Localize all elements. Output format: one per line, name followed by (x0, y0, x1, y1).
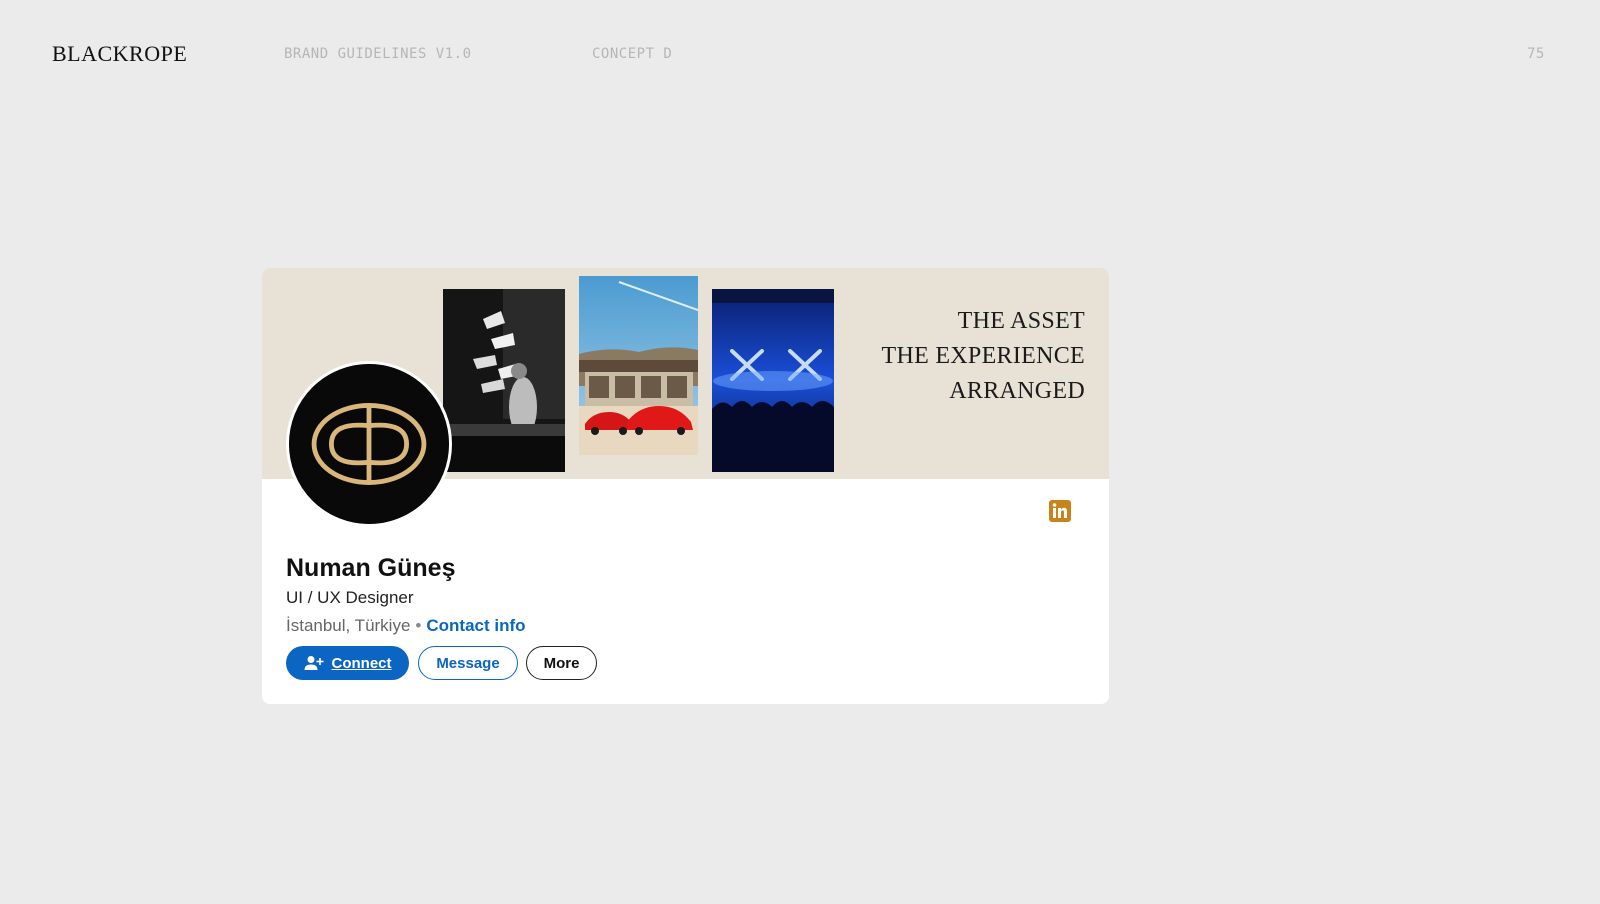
banner-tagline: THE ASSET THE EXPERIENCE ARRANGED (881, 304, 1085, 409)
more-button[interactable]: More (526, 646, 597, 680)
linkedin-icon[interactable] (1049, 500, 1071, 522)
add-person-icon (304, 656, 323, 670)
contact-info-link[interactable]: Contact info (426, 616, 525, 635)
profile-card: THE ASSET THE EXPERIENCE ARRANGED Numan … (262, 268, 1109, 704)
profile-name: Numan Güneş (286, 554, 456, 582)
connect-label: Connect (331, 654, 392, 672)
concert-lights-photo-icon (712, 289, 834, 472)
profile-location-row: İstanbul, Türkiye • Contact info (286, 616, 526, 636)
ferrari-cars-photo-icon (579, 276, 698, 455)
tagline-line-3: ARRANGED (949, 378, 1085, 404)
separator-dot: • (415, 616, 422, 635)
concept-label: CONCEPT D (592, 46, 673, 62)
blackrope-logo-icon[interactable] (286, 361, 452, 527)
slide-header: BLACKROPE BRAND GUIDELINES V1.0 CONCEPT … (0, 0, 1600, 110)
guidelines-label: BRAND GUIDELINES V1.0 (284, 46, 472, 62)
tagline-line-1: THE ASSET (957, 308, 1085, 334)
profile-location: İstanbul, Türkiye (286, 616, 411, 635)
party-photo-icon (443, 289, 565, 472)
brand-wordmark: BLACKROPE (52, 41, 188, 66)
profile-headline: UI / UX Designer (286, 588, 414, 607)
connect-button[interactable]: Connect (286, 646, 409, 680)
page-number: 75 (1527, 46, 1545, 62)
tagline-line-2: THE EXPERIENCE (881, 343, 1085, 369)
message-button[interactable]: Message (418, 646, 518, 680)
